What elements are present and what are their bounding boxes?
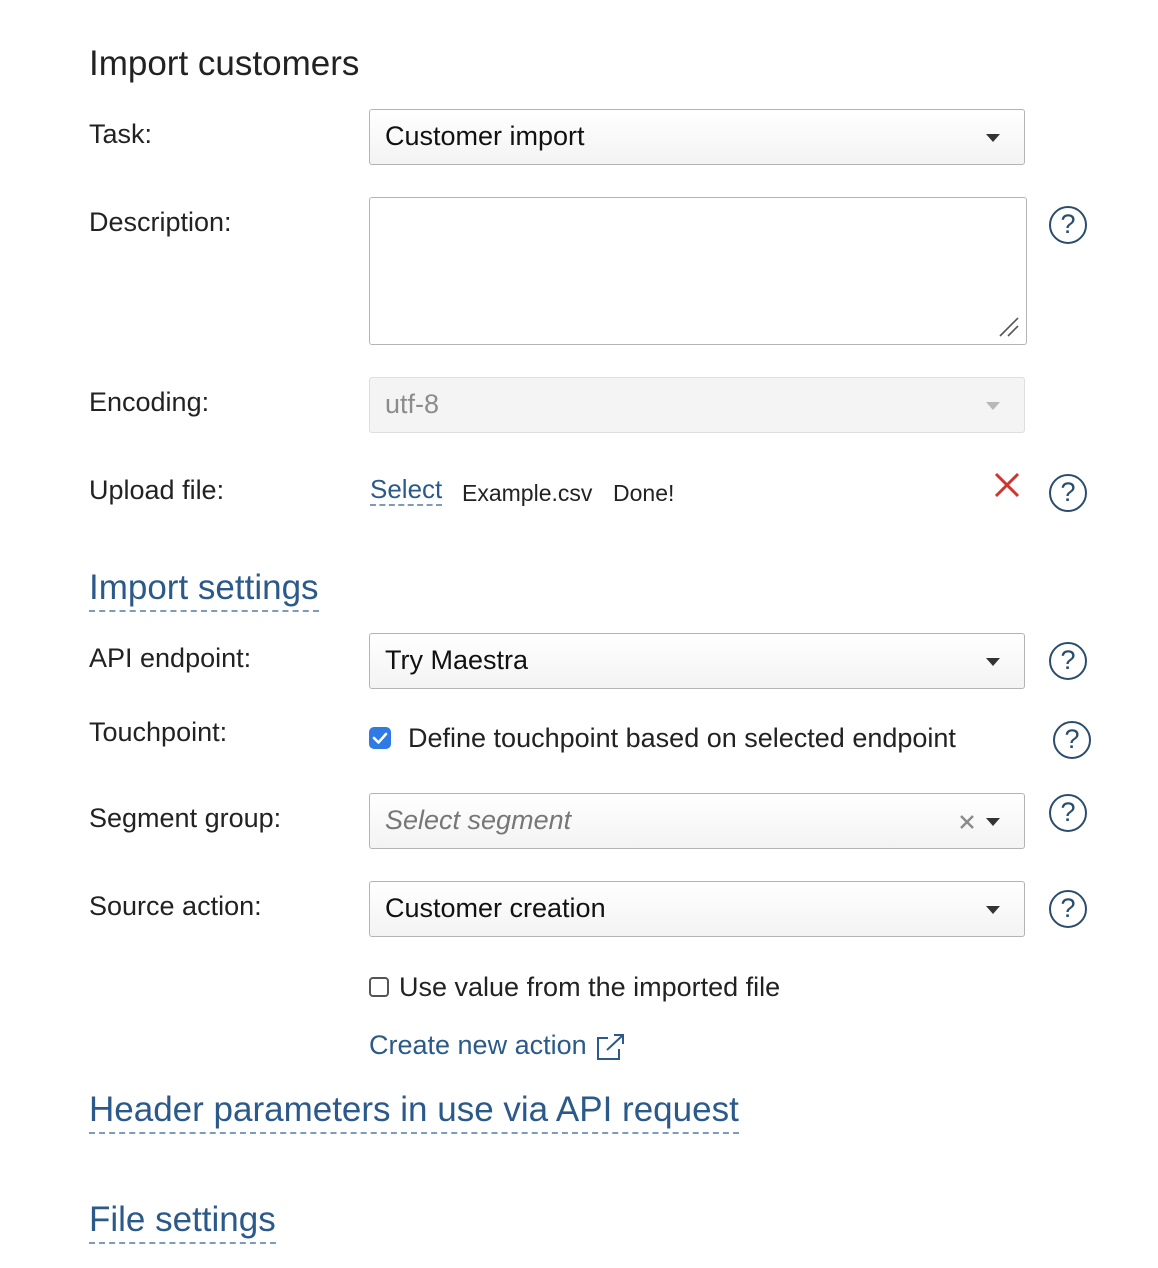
api-endpoint-help-icon[interactable]: ?	[1049, 642, 1087, 680]
api-endpoint-select-value: Try Maestra	[385, 645, 529, 675]
segment-group-select[interactable]: Select segment	[369, 793, 1025, 849]
use-file-value-label[interactable]: Use value from the imported file	[399, 970, 780, 1004]
chevron-down-icon	[986, 402, 1000, 410]
file-settings-heading[interactable]: File settings	[89, 1200, 276, 1244]
task-select-value: Customer import	[385, 121, 585, 151]
touchpoint-help-icon[interactable]: ?	[1053, 721, 1091, 759]
touchpoint-label: Touchpoint:	[89, 717, 228, 747]
uploaded-file-name: Example.csv	[462, 480, 593, 506]
source-action-select-value: Customer creation	[385, 893, 606, 923]
task-select[interactable]: Customer import	[369, 109, 1025, 165]
chevron-down-icon	[986, 906, 1000, 914]
import-settings-heading[interactable]: Import settings	[89, 568, 319, 612]
checkmark-icon	[372, 732, 388, 744]
page-title: Import customers	[89, 44, 360, 83]
encoding-label: Encoding:	[89, 387, 210, 417]
api-endpoint-label: API endpoint:	[89, 643, 252, 673]
upload-help-icon[interactable]: ?	[1049, 474, 1087, 512]
source-action-select[interactable]: Customer creation	[369, 881, 1025, 937]
resize-grip-icon[interactable]	[998, 316, 1020, 338]
touchpoint-checkbox[interactable]	[369, 727, 391, 749]
touchpoint-checkbox-label[interactable]: Define touchpoint based on selected endp…	[408, 721, 956, 755]
use-file-value-checkbox[interactable]	[369, 977, 389, 997]
source-action-label: Source action:	[89, 891, 262, 921]
external-link-icon[interactable]	[596, 1033, 626, 1061]
chevron-down-icon	[986, 134, 1000, 142]
chevron-down-icon	[986, 818, 1000, 826]
encoding-select-value: utf-8	[385, 389, 440, 419]
source-action-help-icon[interactable]: ?	[1049, 890, 1087, 928]
chevron-down-icon	[986, 658, 1000, 666]
header-parameters-heading[interactable]: Header parameters in use via API request	[89, 1090, 739, 1134]
segment-group-help-icon[interactable]: ?	[1049, 794, 1087, 832]
clear-icon[interactable]	[959, 814, 975, 830]
segment-group-label: Segment group:	[89, 803, 282, 833]
description-textarea[interactable]	[369, 197, 1027, 345]
description-label: Description:	[89, 207, 232, 237]
upload-file-label: Upload file:	[89, 475, 225, 505]
segment-group-placeholder: Select segment	[385, 805, 572, 835]
description-help-icon[interactable]: ?	[1049, 206, 1087, 244]
close-icon[interactable]	[993, 471, 1021, 499]
select-file-link[interactable]: Select	[370, 474, 443, 506]
task-label: Task:	[89, 119, 153, 149]
encoding-select: utf-8	[369, 377, 1025, 433]
create-new-action-link[interactable]: Create new action	[369, 1028, 587, 1062]
upload-status: Done!	[613, 480, 675, 506]
api-endpoint-select[interactable]: Try Maestra	[369, 633, 1025, 689]
